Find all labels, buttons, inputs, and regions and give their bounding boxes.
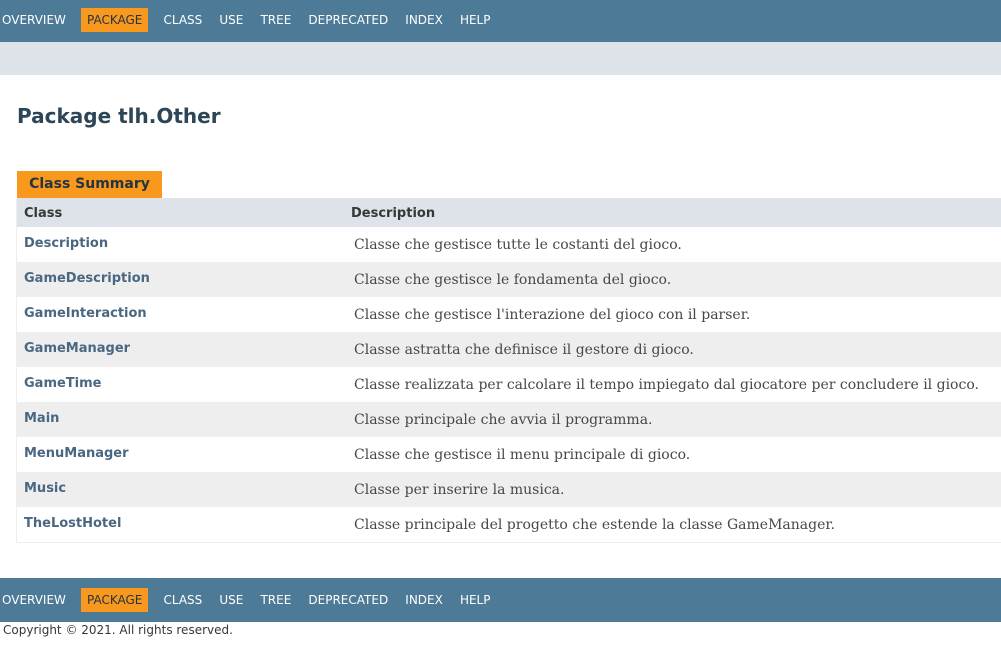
class-link[interactable]: GameInteraction (24, 306, 147, 321)
nav-deprecated[interactable]: DEPRECATED (302, 8, 394, 32)
class-summary-caption: Class Summary (17, 171, 162, 198)
column-header-class: Class (24, 206, 63, 221)
nav-help[interactable]: HELP (454, 8, 497, 32)
class-description: Classe che gestisce tutte le costanti de… (354, 237, 682, 253)
nav-tree[interactable]: TREE (254, 8, 297, 32)
table-row: GameManager Classe astratta che definisc… (17, 332, 1001, 367)
class-link[interactable]: MenuManager (24, 446, 129, 461)
table-row: MenuManager Classe che gestisce il menu … (17, 437, 1001, 472)
page-title: Package tlh.Other (17, 104, 221, 128)
nav-tree[interactable]: TREE (254, 588, 297, 612)
nav-help[interactable]: HELP (454, 588, 497, 612)
table-row: TheLostHotel Classe principale del proge… (17, 507, 1001, 542)
class-link[interactable]: GameDescription (24, 271, 150, 286)
nav-use[interactable]: USE (213, 588, 249, 612)
table-row: GameInteraction Classe che gestisce l'in… (17, 297, 1001, 332)
nav-use[interactable]: USE (213, 8, 249, 32)
class-link[interactable]: TheLostHotel (24, 516, 121, 531)
table-row: Main Classe principale che avvia il prog… (17, 402, 1001, 437)
class-link[interactable]: GameTime (24, 376, 102, 391)
class-description: Classe realizzata per calcolare il tempo… (354, 377, 979, 393)
class-link[interactable]: Description (24, 236, 108, 251)
nav-package[interactable]: PACKAGE (81, 588, 149, 612)
copyright-notice: Copyright © 2021. All rights reserved. (3, 623, 233, 637)
nav-overview[interactable]: OVERVIEW (0, 588, 72, 612)
sub-navbar (0, 42, 1001, 75)
class-description: Classe per inserire la musica. (354, 482, 565, 498)
table-row: Description Classe che gestisce tutte le… (17, 227, 1001, 262)
class-description: Classe che gestisce il menu principale d… (354, 447, 691, 463)
class-link[interactable]: GameManager (24, 341, 130, 356)
nav-class[interactable]: CLASS (157, 8, 208, 32)
nav-index[interactable]: INDEX (399, 8, 449, 32)
class-link[interactable]: Main (24, 411, 59, 426)
table-row: GameDescription Classe che gestisce le f… (17, 262, 1001, 297)
table-row: GameTime Classe realizzata per calcolare… (17, 367, 1001, 402)
class-description: Classe principale del progetto che esten… (354, 517, 835, 533)
class-summary-table: Class Description Description Classe che… (16, 198, 1001, 543)
class-description: Classe astratta che definisce il gestore… (354, 342, 694, 358)
nav-package[interactable]: PACKAGE (81, 8, 149, 32)
nav-deprecated[interactable]: DEPRECATED (302, 588, 394, 612)
class-description: Classe che gestisce l'interazione del gi… (354, 307, 751, 323)
table-header: Class Description (17, 198, 1001, 227)
column-header-description: Description (351, 206, 436, 221)
class-description: Classe principale che avvia il programma… (354, 412, 653, 428)
nav-overview[interactable]: OVERVIEW (0, 8, 72, 32)
class-link[interactable]: Music (24, 481, 66, 496)
class-description: Classe che gestisce le fondamenta del gi… (354, 272, 672, 288)
table-row: Music Classe per inserire la musica. (17, 472, 1001, 507)
top-nav-list: OVERVIEW PACKAGE CLASS USE TREE DEPRECAT… (0, 8, 496, 32)
nav-class[interactable]: CLASS (157, 588, 208, 612)
bottom-navbar: OVERVIEW PACKAGE CLASS USE TREE DEPRECAT… (0, 578, 1001, 622)
nav-index[interactable]: INDEX (399, 588, 449, 612)
top-navbar: OVERVIEW PACKAGE CLASS USE TREE DEPRECAT… (0, 0, 1001, 42)
bottom-nav-list: OVERVIEW PACKAGE CLASS USE TREE DEPRECAT… (0, 588, 496, 612)
